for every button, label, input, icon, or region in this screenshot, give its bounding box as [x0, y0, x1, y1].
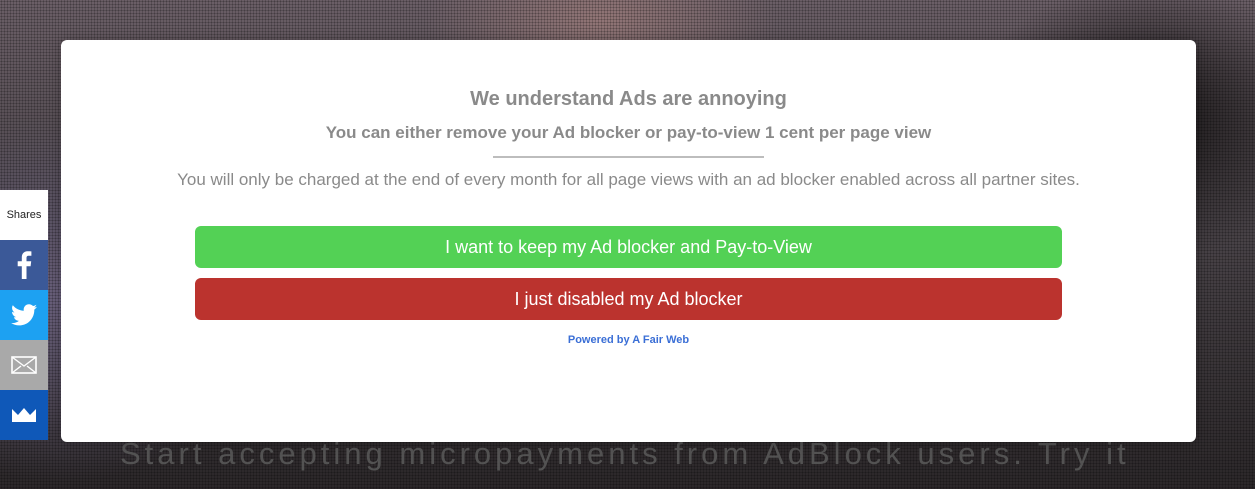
twitter-share-button[interactable] — [0, 290, 48, 340]
email-share-button[interactable] — [0, 340, 48, 390]
divider — [493, 156, 764, 158]
facebook-share-button[interactable] — [0, 240, 48, 290]
modal-subtitle: You can either remove your Ad blocker or… — [325, 123, 932, 142]
pay-to-view-button[interactable]: I want to keep my Ad blocker and Pay-to-… — [195, 226, 1062, 268]
share-sidebar: Shares — [0, 190, 48, 440]
adblock-modal: We understand Ads are annoying You can e… — [61, 40, 1196, 442]
sumo-crown-icon — [11, 407, 37, 423]
twitter-icon — [11, 304, 37, 326]
modal-title: We understand Ads are annoying — [470, 88, 787, 110]
billing-note: You will only be charged at the end of e… — [177, 170, 1080, 189]
sumo-share-button[interactable] — [0, 390, 48, 440]
powered-by-link[interactable]: Powered by A Fair Web — [61, 334, 1196, 346]
email-icon — [11, 356, 37, 374]
disabled-adblocker-button[interactable]: I just disabled my Ad blocker — [195, 278, 1062, 320]
shares-label: Shares — [0, 190, 48, 240]
facebook-icon — [16, 251, 32, 279]
